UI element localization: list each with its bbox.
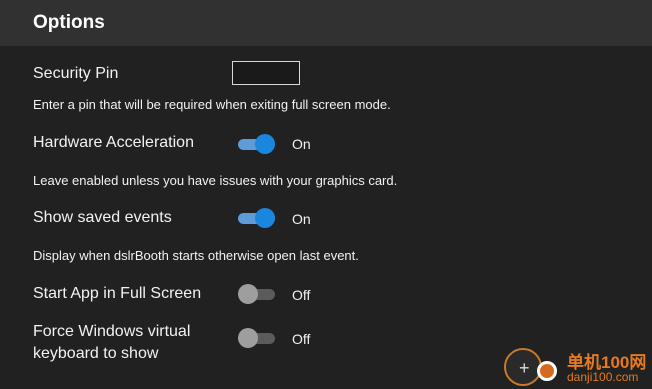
force-keyboard-label-line2: keyboard to show	[33, 345, 159, 362]
options-title: Options	[33, 12, 105, 33]
show-saved-events-toggle[interactable]	[238, 208, 278, 228]
toggle-knob	[238, 328, 258, 348]
force-keyboard-toggle[interactable]	[238, 328, 278, 348]
hardware-acceleration-hint: Leave enabled unless you have issues wit…	[33, 173, 398, 188]
watermark-circle-icon: +	[504, 348, 542, 386]
show-saved-events-hint: Display when dslrBooth starts otherwise …	[33, 248, 359, 263]
watermark-logo: + 单机100网 danji100.com	[500, 344, 652, 389]
security-pin-input[interactable]	[232, 61, 300, 85]
hardware-acceleration-label: Hardware Acceleration	[33, 134, 194, 151]
toggle-knob	[255, 134, 275, 154]
start-full-screen-state: Off	[292, 287, 311, 303]
hardware-acceleration-state: On	[292, 136, 311, 152]
start-full-screen-label: Start App in Full Screen	[33, 285, 202, 302]
show-saved-events-label: Show saved events	[33, 209, 172, 226]
security-pin-hint: Enter a pin that will be required when e…	[33, 97, 391, 112]
options-header: Options	[0, 0, 652, 46]
force-keyboard-label-line1: Force Windows virtual	[33, 323, 191, 340]
toggle-knob	[238, 284, 258, 304]
plus-icon: +	[519, 358, 530, 378]
hardware-acceleration-toggle[interactable]	[238, 134, 278, 154]
force-keyboard-state: Off	[292, 331, 311, 347]
toggle-knob	[255, 208, 275, 228]
watermark-dot-icon	[537, 361, 557, 381]
start-full-screen-toggle[interactable]	[238, 284, 278, 304]
watermark-url: danji100.com	[567, 370, 639, 384]
show-saved-events-state: On	[292, 211, 311, 227]
security-pin-label: Security Pin	[33, 65, 119, 82]
